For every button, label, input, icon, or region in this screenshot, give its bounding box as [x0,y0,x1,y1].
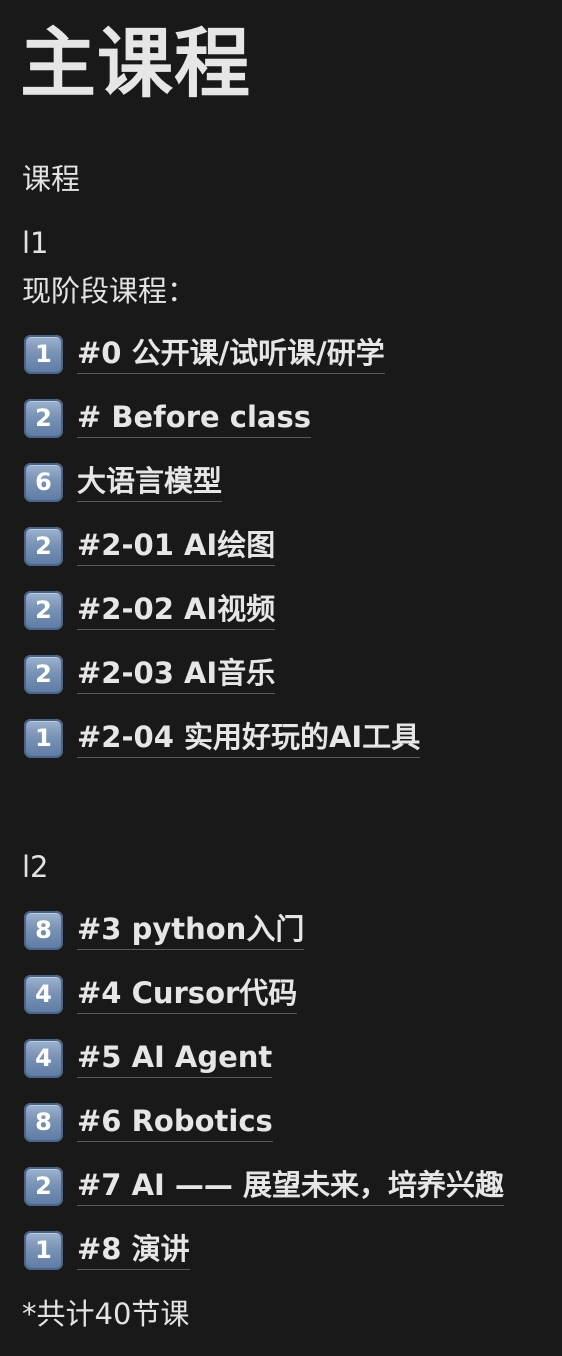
course-link[interactable]: #2-04 实用好玩的AI工具 [77,718,421,758]
number-keycap-icon: 8 [24,1102,63,1142]
course-item[interactable]: 8 #3 python入门 [24,908,305,952]
number-keycap-icon: 2 [24,398,63,438]
course-item[interactable]: 2 #2-02 AI视频 [24,588,276,632]
course-item[interactable]: 6 大语言模型 [24,460,223,504]
number-keycap-icon: 6 [24,462,63,502]
course-link[interactable]: # Before class [77,398,311,438]
number-keycap-icon: 1 [24,334,63,374]
course-item[interactable]: 4 #5 AI Agent [24,1036,273,1080]
course-item[interactable]: 2 #2-01 AI绘图 [24,524,276,568]
course-link[interactable]: #2-03 AI音乐 [77,654,276,694]
course-item[interactable]: 1 #0 公开课/试听课/研学 [24,332,385,376]
number-keycap-icon: 1 [24,718,63,758]
number-keycap-icon: 2 [24,1166,63,1206]
course-heading: 课程 [22,162,81,196]
course-link[interactable]: #7 AI —— 展望未来，培养兴趣 [77,1166,504,1206]
number-keycap-icon: 2 [24,526,63,566]
course-item[interactable]: 4 #4 Cursor代码 [24,972,298,1016]
course-link[interactable]: #5 AI Agent [77,1038,273,1078]
course-link[interactable]: #0 公开课/试听课/研学 [77,334,385,374]
number-keycap-icon: 2 [24,654,63,694]
section-label-l1: l1 [22,226,49,260]
course-link[interactable]: #4 Cursor代码 [77,974,298,1014]
course-link[interactable]: #8 演讲 [77,1230,190,1270]
course-item[interactable]: 2 # Before class [24,396,311,440]
number-keycap-icon: 1 [24,1230,63,1270]
course-item[interactable]: 2 #7 AI —— 展望未来，培养兴趣 [24,1164,504,1208]
course-link[interactable]: #2-02 AI视频 [77,590,276,630]
number-keycap-icon: 2 [24,590,63,630]
number-keycap-icon: 4 [24,974,63,1014]
number-keycap-icon: 8 [24,910,63,950]
course-item[interactable]: 2 #2-03 AI音乐 [24,652,276,696]
current-stage-label: 现阶段课程： [22,274,197,308]
section-label-l2: l2 [22,850,49,884]
course-link[interactable]: #2-01 AI绘图 [77,526,276,566]
total-lessons-note: *共计40节课 [22,1297,190,1331]
course-item[interactable]: 1 #8 演讲 [24,1228,190,1272]
course-link[interactable]: 大语言模型 [77,462,223,502]
course-item[interactable]: 8 #6 Robotics [24,1100,273,1144]
page-title: 主课程 [20,19,251,108]
course-link[interactable]: #6 Robotics [77,1102,273,1142]
course-link[interactable]: #3 python入门 [77,910,305,950]
number-keycap-icon: 4 [24,1038,63,1078]
course-item[interactable]: 1 #2-04 实用好玩的AI工具 [24,716,421,760]
